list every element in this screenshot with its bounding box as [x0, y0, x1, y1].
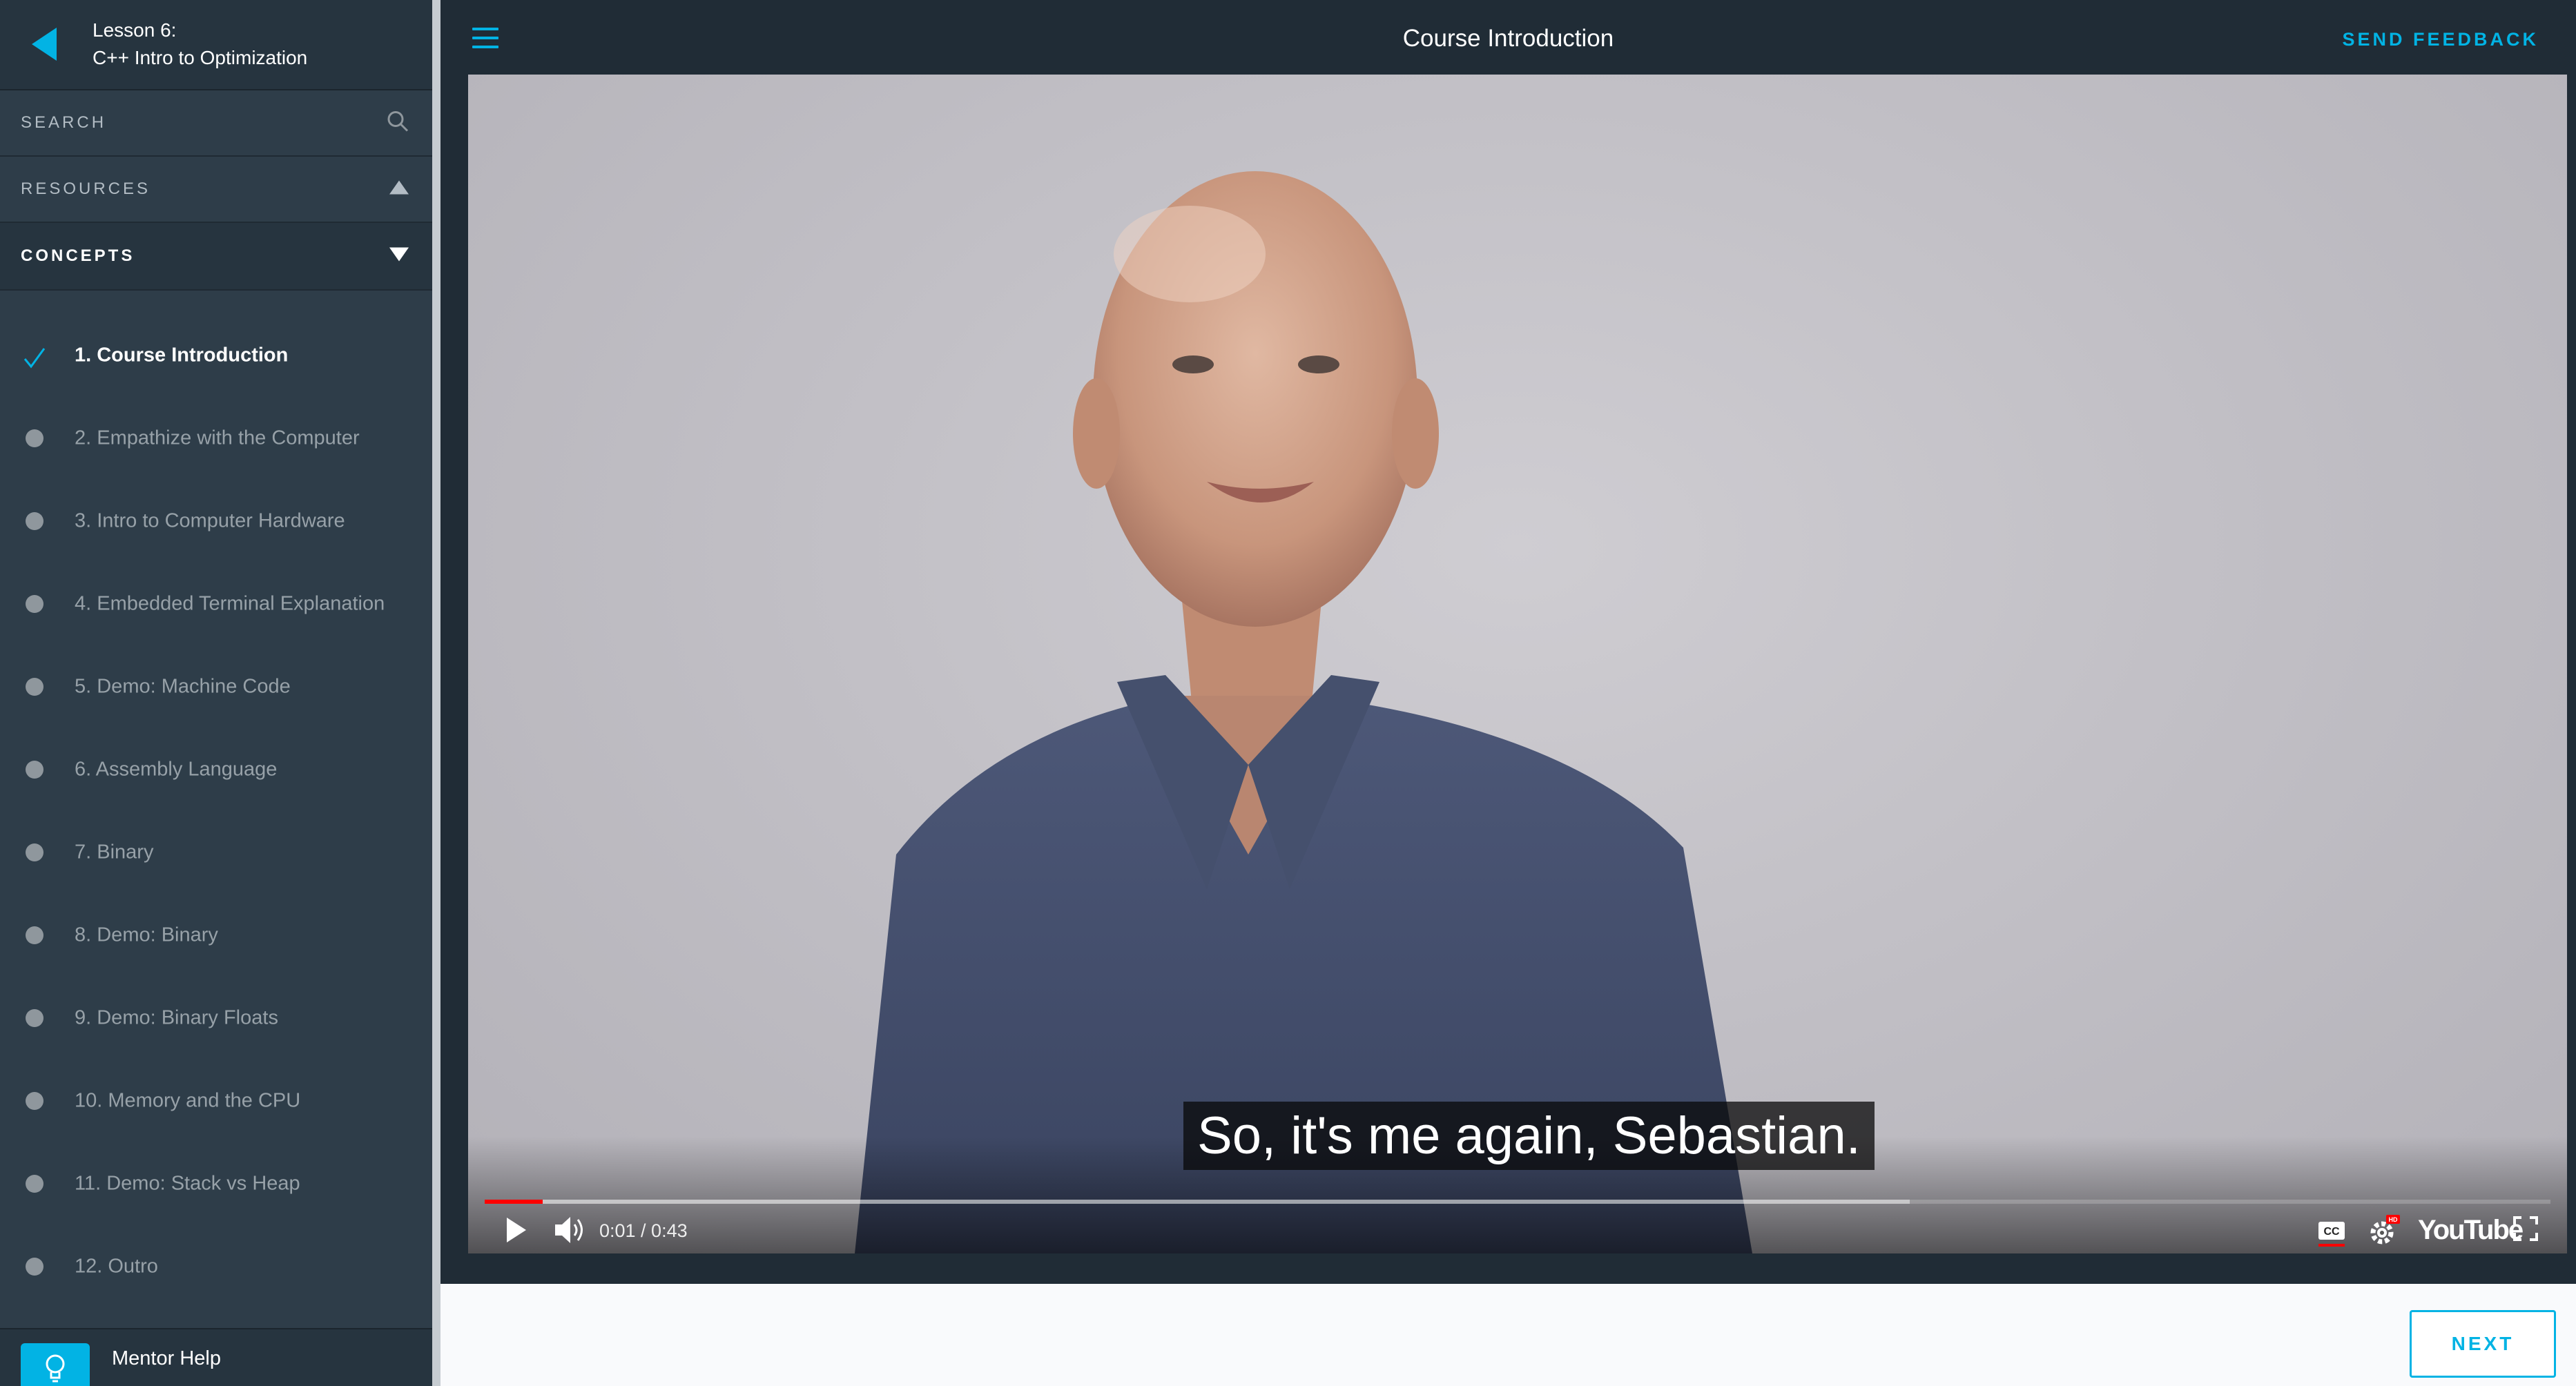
search-input[interactable]: SEARCH — [0, 90, 432, 157]
fullscreen-icon[interactable] — [2512, 1215, 2539, 1242]
incomplete-dot-icon — [25, 760, 44, 779]
lesson-footer: NEXT — [440, 1284, 2576, 1386]
progress-played — [485, 1200, 543, 1204]
concepts-label: CONCEPTS — [21, 246, 135, 265]
incomplete-dot-icon — [25, 1091, 44, 1111]
concept-item[interactable]: 9. Demo: Binary Floats — [0, 977, 432, 1060]
youtube-logo[interactable]: YouTube — [2418, 1215, 2524, 1246]
concept-label: 11. Demo: Stack vs Heap — [75, 1172, 300, 1195]
closed-captions-icon[interactable]: CC — [2316, 1216, 2347, 1248]
concept-label: 9. Demo: Binary Floats — [75, 1006, 278, 1029]
lightbulb-icon — [21, 1343, 90, 1386]
sidebar-resize-handle[interactable] — [432, 0, 440, 1386]
concept-item[interactable]: 12. Outro — [0, 1225, 432, 1308]
mentor-help-button[interactable]: Mentor Help — [0, 1328, 432, 1386]
concept-item[interactable]: 1. Course Introduction — [0, 314, 432, 397]
concept-label: 1. Course Introduction — [75, 344, 289, 367]
concept-item[interactable]: 4. Embedded Terminal Explanation — [0, 563, 432, 645]
chevron-up-icon — [389, 180, 409, 198]
concept-item[interactable]: 8. Demo: Binary — [0, 894, 432, 977]
page-title: Course Introduction — [1402, 25, 1614, 52]
presenter-video-frame — [855, 171, 1752, 1253]
lesson-title: C++ Intro to Optimization — [93, 47, 308, 68]
back-arrow-icon[interactable] — [32, 28, 59, 61]
play-icon[interactable] — [503, 1213, 530, 1247]
send-feedback-link[interactable]: SEND FEEDBACK — [2342, 29, 2539, 50]
resources-label: RESOURCES — [21, 179, 151, 198]
incomplete-dot-icon — [25, 926, 44, 945]
hamburger-menu-icon[interactable] — [472, 28, 498, 48]
search-icon — [387, 110, 409, 136]
next-button[interactable]: NEXT — [2410, 1310, 2556, 1378]
incomplete-dot-icon — [25, 677, 44, 696]
mentor-help-label: Mentor Help — [112, 1347, 221, 1369]
checkmark-icon — [23, 346, 46, 369]
progress-buffered — [485, 1200, 1910, 1204]
concept-item[interactable]: 11. Demo: Stack vs Heap — [0, 1142, 432, 1225]
concept-item[interactable]: 7. Binary — [0, 811, 432, 894]
concept-label: 5. Demo: Machine Code — [75, 675, 291, 698]
incomplete-dot-icon — [25, 1174, 44, 1193]
settings-gear-icon[interactable]: HD — [2365, 1213, 2401, 1249]
concept-label: 4. Embedded Terminal Explanation — [75, 592, 385, 615]
concept-item[interactable]: 6. Assembly Language — [0, 728, 432, 811]
top-bar: Course Introduction SEND FEEDBACK — [440, 0, 2576, 75]
incomplete-dot-icon — [25, 1008, 44, 1028]
concept-label: 12. Outro — [75, 1255, 158, 1278]
concepts-toggle[interactable]: CONCEPTS — [0, 223, 432, 291]
incomplete-dot-icon — [25, 429, 44, 448]
hd-badge: HD — [2389, 1216, 2398, 1223]
video-container: So, it's me again, Sebastian. 0:01 / 0:4… — [440, 75, 2576, 1284]
concept-label: 10. Memory and the CPU — [75, 1089, 301, 1112]
concept-item[interactable]: 3. Intro to Computer Hardware — [0, 480, 432, 563]
video-time: 0:01 / 0:43 — [599, 1220, 688, 1241]
chevron-down-icon — [389, 247, 409, 265]
lesson-sidebar: Lesson 6: C++ Intro to Optimization SEAR… — [0, 0, 432, 1386]
search-label: SEARCH — [21, 113, 107, 132]
concept-item[interactable]: 10. Memory and the CPU — [0, 1060, 432, 1142]
incomplete-dot-icon — [25, 1257, 44, 1276]
video-progress-bar[interactable] — [485, 1200, 2550, 1204]
concept-item[interactable]: 2. Empathize with the Computer — [0, 397, 432, 480]
incomplete-dot-icon — [25, 594, 44, 614]
lesson-header: Lesson 6: C++ Intro to Optimization — [0, 0, 432, 90]
lesson-number: Lesson 6: — [93, 19, 177, 41]
incomplete-dot-icon — [25, 843, 44, 862]
video-caption: So, it's me again, Sebastian. — [1183, 1102, 1875, 1170]
resources-toggle[interactable]: RESOURCES — [0, 157, 432, 223]
concept-label: 8. Demo: Binary — [75, 924, 218, 946]
concept-label: 3. Intro to Computer Hardware — [75, 509, 345, 532]
concept-label: 2. Empathize with the Computer — [75, 427, 360, 449]
concept-label: 6. Assembly Language — [75, 758, 278, 781]
video-player[interactable]: So, it's me again, Sebastian. 0:01 / 0:4… — [468, 75, 2567, 1253]
volume-icon[interactable] — [554, 1215, 588, 1245]
concept-label: 7. Binary — [75, 841, 154, 863]
concept-item[interactable]: 5. Demo: Machine Code — [0, 645, 432, 728]
svg-text:CC: CC — [2323, 1226, 2340, 1238]
incomplete-dot-icon — [25, 511, 44, 531]
